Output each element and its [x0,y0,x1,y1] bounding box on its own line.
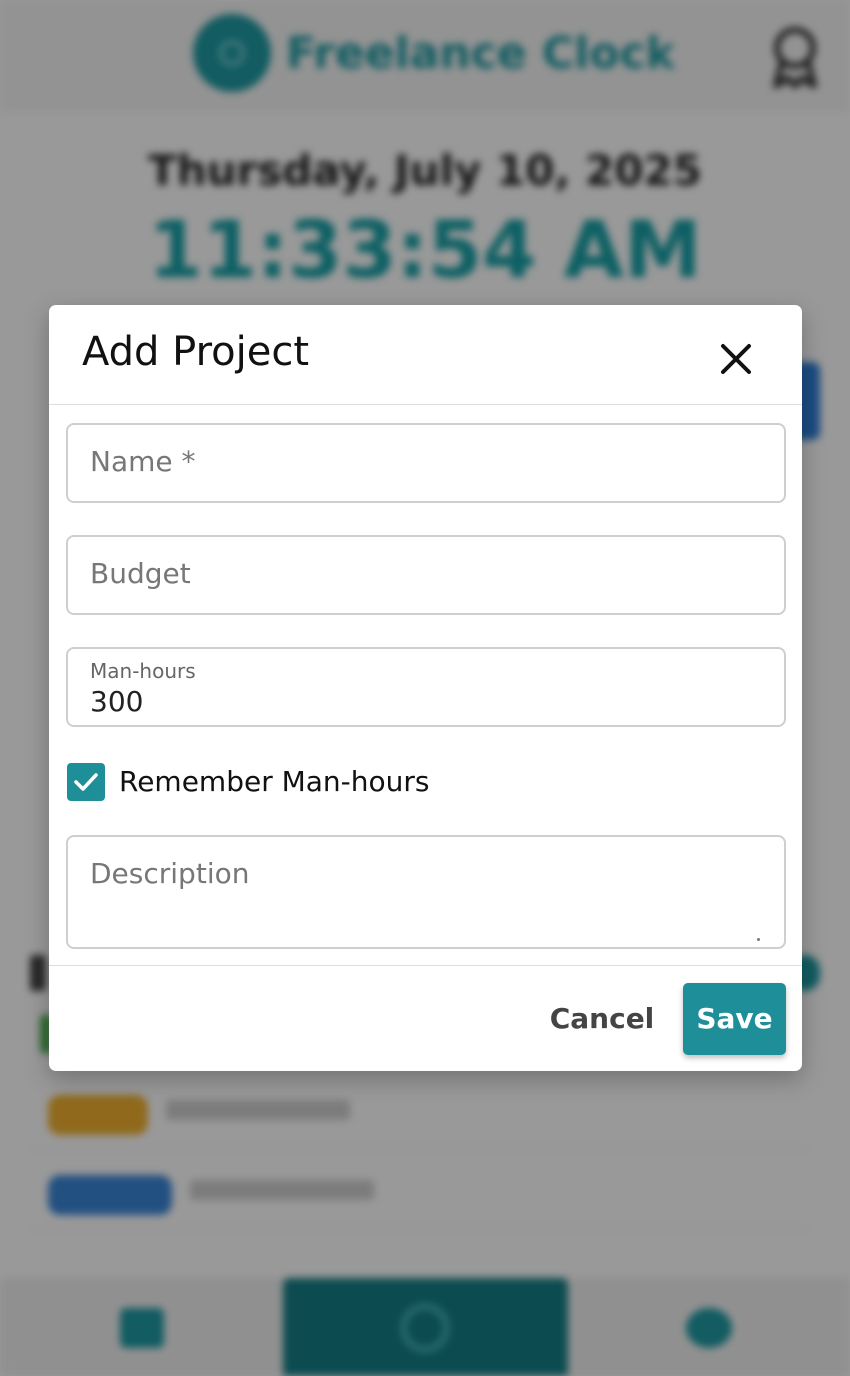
man-hours-value: 300 [90,685,144,718]
dialog-footer: Cancel Save [49,965,802,1071]
description-placeholder: Description [90,857,250,890]
close-icon [721,344,751,374]
budget-field[interactable]: Budget [66,535,786,615]
close-button[interactable] [708,331,764,387]
dialog-header: Add Project [49,305,802,405]
cancel-button[interactable]: Cancel [537,996,667,1042]
resize-handle-icon[interactable] [757,938,760,941]
man-hours-field[interactable]: Man-hours 300 [66,647,786,727]
budget-placeholder: Budget [90,557,191,590]
save-button[interactable]: Save [683,983,786,1055]
checkbox-box[interactable] [67,763,105,801]
name-field[interactable]: Name * [66,423,786,503]
dialog-title: Add Project [82,329,310,375]
man-hours-label: Man-hours [90,659,196,683]
name-placeholder: Name * [90,445,196,478]
checkmark-icon [74,773,98,791]
remember-man-hours-checkbox[interactable]: Remember Man-hours [67,763,567,801]
description-field[interactable]: Description [66,835,786,949]
checkbox-label: Remember Man-hours [119,765,430,798]
add-project-dialog: Add Project Name * Budget Man-hours 300 … [49,305,802,1071]
